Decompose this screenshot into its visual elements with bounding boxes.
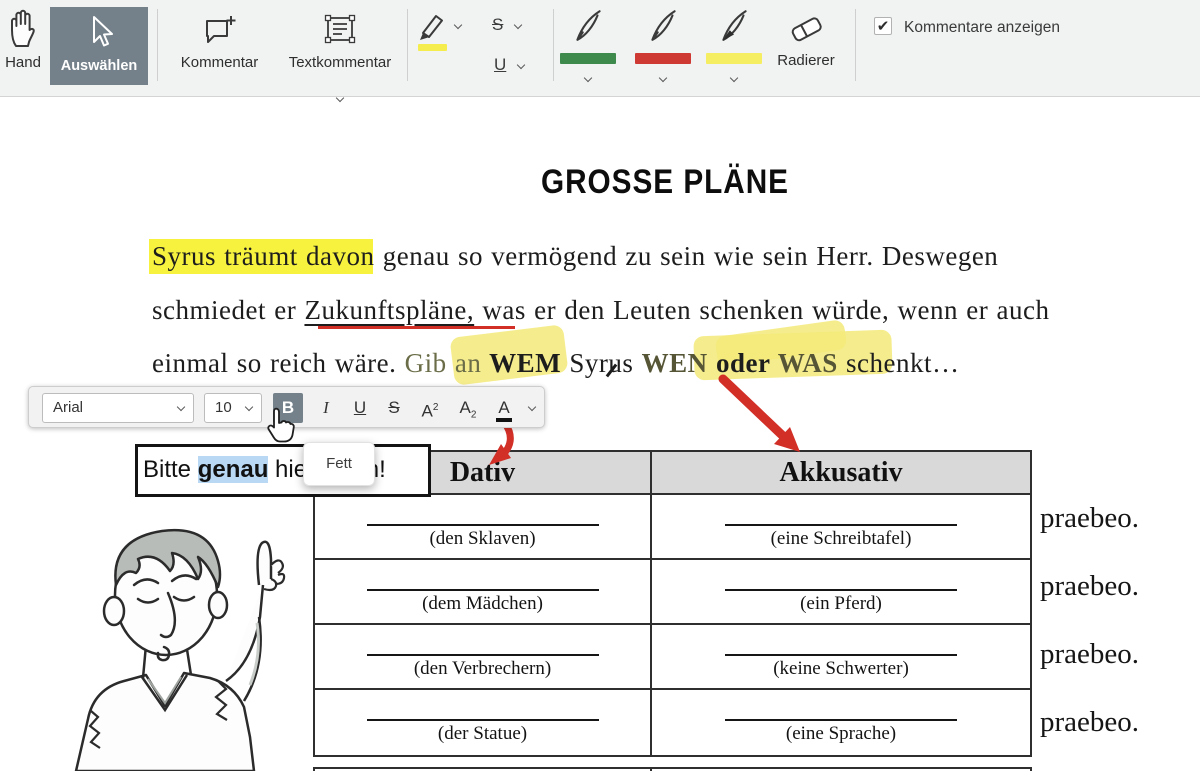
comment-plus-icon bbox=[200, 35, 240, 52]
chevron-down-icon[interactable] bbox=[659, 74, 667, 82]
document-title: GROSSE PLÄNE bbox=[411, 162, 920, 202]
highlighted-text: WEN bbox=[642, 348, 708, 378]
blank-answer-line bbox=[367, 560, 599, 591]
pen-nib-icon bbox=[645, 31, 681, 48]
verb-label: praebeo. bbox=[1040, 706, 1139, 739]
strikethrough-glyph: S bbox=[492, 15, 503, 35]
underlined-text: Zukunftspläne, bbox=[304, 295, 474, 325]
cartoon-man-pointing-illustration bbox=[58, 505, 316, 771]
font-family-select[interactable]: Arial bbox=[42, 393, 194, 423]
select-tool-label: Auswählen bbox=[50, 58, 148, 74]
chevron-down-icon bbox=[177, 403, 185, 411]
blank-answer-line bbox=[725, 690, 957, 721]
comment-tool-button[interactable]: Kommentar bbox=[172, 14, 267, 71]
text-format-toolbar: Arial 10 B I U S A2 A2 A bbox=[28, 386, 545, 428]
chevron-down-icon[interactable] bbox=[336, 94, 344, 102]
toolbar-divider bbox=[407, 9, 408, 81]
superscript-button[interactable]: A2 bbox=[413, 393, 447, 423]
pen-color-swatch bbox=[706, 53, 762, 64]
chevron-down-icon[interactable] bbox=[517, 61, 525, 69]
blank-answer-line bbox=[367, 495, 599, 526]
show-comments-checkbox[interactable]: ✔ bbox=[874, 17, 892, 35]
verb-label: praebeo. bbox=[1040, 502, 1139, 535]
toolbar-divider bbox=[157, 9, 158, 81]
chevron-down-icon[interactable] bbox=[584, 74, 592, 82]
blank-answer-line bbox=[725, 625, 957, 656]
annotation-toolbar: Hand Auswählen Kommentar bbox=[0, 0, 1200, 97]
show-comments-label: Kommentare anzeigen bbox=[904, 19, 1060, 37]
highlighter-color-swatch bbox=[418, 44, 447, 51]
paragraph-line-1: Syrus träumt davon genau so vermögend zu… bbox=[152, 241, 998, 272]
hand-tool-button[interactable]: Hand bbox=[0, 8, 46, 71]
font-color-button[interactable]: A bbox=[489, 393, 519, 423]
table-row: (den Sklaven) (eine Schreibtafel) bbox=[315, 495, 1030, 560]
chevron-down-icon bbox=[245, 403, 253, 411]
text-note-icon bbox=[321, 35, 359, 52]
pen-color-swatch bbox=[560, 53, 616, 64]
table-header-akkusativ: Akkusativ bbox=[652, 452, 1030, 493]
underline-button[interactable]: U bbox=[345, 393, 375, 423]
tooltip-label: Fett bbox=[326, 455, 352, 472]
annotation-textbox[interactable]: Bitte genau hier lesen! bbox=[135, 444, 431, 497]
blank-answer-line bbox=[367, 690, 599, 721]
table-row: (den Verbrechern) (keine Schwerter) bbox=[315, 625, 1030, 690]
cursor-arrow-icon bbox=[82, 40, 116, 56]
blank-answer-line bbox=[725, 560, 957, 591]
highlighted-text: WAS bbox=[778, 348, 838, 378]
strikethrough-button[interactable]: S bbox=[379, 393, 409, 423]
red-underline-annotation[interactable] bbox=[318, 326, 515, 329]
table-row: (der Statue) (eine Sprache) bbox=[315, 690, 1030, 755]
hand-icon bbox=[6, 35, 40, 52]
pen-color-swatch bbox=[635, 53, 691, 64]
text-comment-tool-button[interactable]: Textkommentar bbox=[280, 12, 400, 105]
blank-answer-line bbox=[725, 495, 957, 526]
select-tool-button-active[interactable]: Auswählen bbox=[50, 7, 148, 85]
pen-nib-icon bbox=[570, 31, 606, 48]
toolbar-divider bbox=[553, 9, 554, 81]
table-row: (dem Mädchen) (ein Pferd) bbox=[315, 560, 1030, 625]
highlighter-pencil-icon bbox=[414, 10, 448, 47]
text-comment-tool-label: Textkommentar bbox=[280, 54, 400, 71]
hand-tool-label: Hand bbox=[0, 54, 46, 71]
selected-text: genau bbox=[198, 456, 269, 483]
font-size-select[interactable]: 10 bbox=[204, 393, 262, 423]
chevron-down-icon[interactable] bbox=[528, 403, 536, 411]
red-straight-arrow[interactable] bbox=[723, 379, 800, 452]
checkmark-icon: ✔ bbox=[877, 18, 890, 35]
eraser-tool-button[interactable]: Radierer bbox=[770, 12, 842, 69]
verb-label: praebeo. bbox=[1040, 570, 1139, 603]
underline-glyph: U bbox=[494, 55, 506, 75]
paragraph-line-3: einmal so reich wäre. Gib an WEM Syrus W… bbox=[152, 348, 959, 379]
comment-tool-label: Kommentar bbox=[172, 54, 267, 71]
eraser-tool-label: Radierer bbox=[770, 52, 842, 69]
pen-tool-red[interactable] bbox=[633, 6, 693, 86]
chevron-down-icon[interactable] bbox=[730, 74, 738, 82]
italic-button[interactable]: I bbox=[311, 393, 341, 423]
pen-tool-green[interactable] bbox=[558, 6, 618, 86]
font-size-value: 10 bbox=[215, 399, 232, 416]
pen-nib-icon bbox=[716, 31, 752, 48]
blank-answer-line bbox=[367, 625, 599, 656]
bold-button[interactable]: B bbox=[273, 393, 303, 423]
pen-tool-yellow[interactable] bbox=[704, 6, 764, 86]
highlighted-text: Syrus trä bbox=[152, 241, 254, 271]
table-column-divider bbox=[650, 767, 652, 771]
chevron-down-icon[interactable] bbox=[454, 21, 462, 29]
toolbar-divider bbox=[855, 9, 856, 81]
app-window: Hand Auswählen Kommentar bbox=[0, 0, 1200, 771]
subscript-button[interactable]: A2 bbox=[451, 393, 485, 423]
bold-tooltip: Fett bbox=[303, 442, 375, 486]
verb-label: praebeo. bbox=[1040, 638, 1139, 671]
paragraph-line-2: schmiedet er Zukunftspläne, was er den L… bbox=[152, 295, 1049, 326]
highlighted-text: Gib an bbox=[405, 348, 482, 378]
chevron-down-icon[interactable] bbox=[514, 21, 522, 29]
table-next-row-partial bbox=[313, 767, 1032, 771]
font-family-value: Arial bbox=[53, 399, 83, 416]
eraser-icon bbox=[786, 33, 826, 50]
